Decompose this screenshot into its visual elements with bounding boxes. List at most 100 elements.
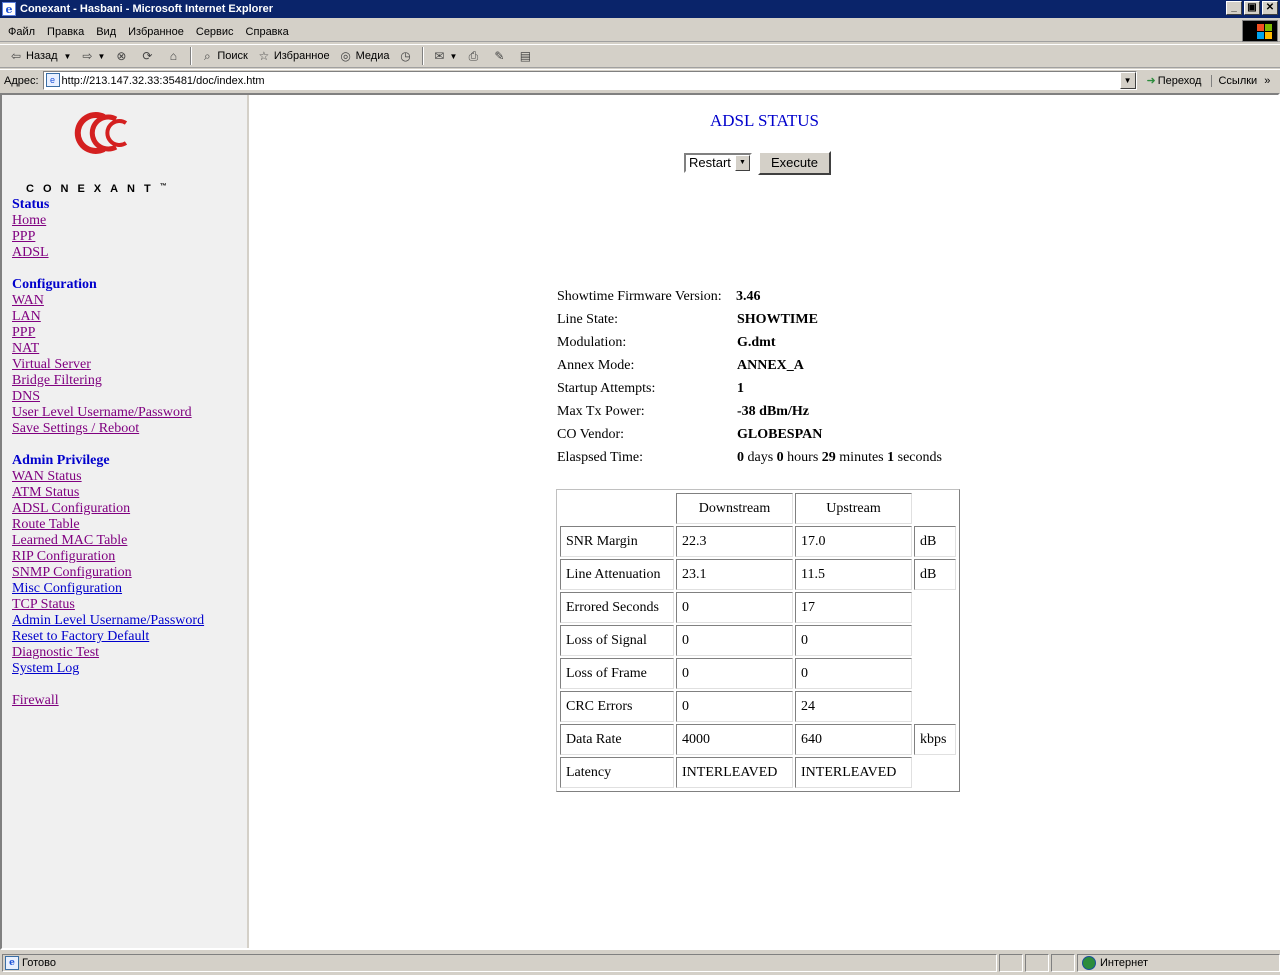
nav-link-system-log[interactable]: System Log [12,661,204,677]
info-label: Max Tx Power: [557,403,645,419]
back-dropdown-icon[interactable]: ▼ [64,52,72,61]
nav-link-lan[interactable]: LAN [12,309,204,325]
nav-link-nat[interactable]: NAT [12,341,204,357]
nav-link-ppp-status[interactable]: PPP [12,229,204,245]
ie-icon: e [2,2,16,16]
go-button[interactable]: ➜ Переход [1143,74,1206,88]
window-title: Conexant - Hasbani - Microsoft Internet … [20,3,274,15]
action-controls: Restart ▼ Execute [684,151,831,175]
row-label: Latency [560,757,674,788]
main-frame: ADSL STATUS Restart ▼ Execute Showtime F… [251,95,1278,948]
media-button[interactable]: ◎ Медиа [334,45,394,67]
zone-label: Интернет [1100,957,1148,969]
nav-link-adsl-configuration[interactable]: ADSL Configuration [12,501,204,517]
refresh-button[interactable]: ⟳ [135,45,161,67]
menu-edit[interactable]: Правка [41,26,90,38]
menu-file[interactable]: Файл [2,26,41,38]
chevron-right-icon: » [1264,74,1271,87]
row-label: Loss of Signal [560,625,674,656]
edit-icon: ✎ [494,49,505,63]
forward-dropdown-icon[interactable]: ▼ [97,52,105,61]
nav-link-learned-mac-table[interactable]: Learned MAC Table [12,533,204,549]
nav-link-adsl-status[interactable]: ADSL [12,245,204,261]
windows-logo [1242,20,1278,42]
minimize-button[interactable]: _ [1226,1,1242,15]
nav-link-firewall[interactable]: Firewall [12,693,204,709]
nav-link-user-password[interactable]: User Level Username/Password [12,405,204,421]
status-text: Готово [22,957,56,969]
address-dropdown-icon[interactable]: ▼ [1119,72,1136,89]
table-row: Latency INTERLEAVED INTERLEAVED [560,757,956,788]
mail-dropdown-icon[interactable]: ▼ [449,52,457,61]
back-button[interactable]: ⇦ Назад ▼ [4,45,75,67]
nav-link-dns[interactable]: DNS [12,389,204,405]
menu-view[interactable]: Вид [90,26,122,38]
search-button[interactable]: ⌕ Поиск [195,45,251,67]
nav-link-wan-status[interactable]: WAN Status [12,469,204,485]
conexant-logo: CONEXANT™ [26,111,206,195]
adsl-info: Showtime Firmware Version: 3.46 Line Sta… [557,285,942,469]
table-header-row: Downstream Upstream [560,493,956,524]
nav-link-home[interactable]: Home [12,213,204,229]
nav-link-route-table[interactable]: Route Table [12,517,204,533]
stop-button[interactable]: ⊗ [109,45,135,67]
page-done-icon: e [5,956,19,970]
back-arrow-icon: ⇦ [10,49,22,63]
action-select[interactable]: Restart ▼ [684,153,752,173]
home-button[interactable]: ⌂ [161,45,187,67]
links-button[interactable]: Ссылки » [1211,74,1271,87]
upstream-value: 24 [795,691,912,722]
nav-link-ppp[interactable]: PPP [12,325,204,341]
execute-button[interactable]: Execute [758,151,831,175]
go-label: Переход [1157,74,1202,87]
history-button[interactable]: ◷ [393,45,419,67]
menu-help[interactable]: Справка [240,26,295,38]
edit-button[interactable]: ✎ [487,45,513,67]
mail-button[interactable]: ✉ ▼ [427,45,461,67]
downstream-value: 0 [676,625,793,656]
unit-label: dB [914,559,956,590]
status-panel [1051,954,1075,972]
nav-link-virtual-server[interactable]: Virtual Server [12,357,204,373]
maximize-button[interactable]: ▣ [1244,1,1260,15]
address-bar: Адрес: e http://213.147.32.33:35481/doc/… [0,69,1280,91]
browser-content: CONEXANT™ Status Home PPP ADSL Configura… [0,93,1280,950]
info-value: G.dmt [737,334,776,350]
security-zone-panel: Интернет [1077,954,1280,972]
print-icon: ⎙ [468,49,479,63]
row-label: Loss of Frame [560,658,674,689]
close-button[interactable]: ✕ [1262,1,1278,15]
nav-link-wan[interactable]: WAN [12,293,204,309]
menu-tools[interactable]: Сервис [190,26,240,38]
info-label: Line State: [557,311,619,327]
nav-link-snmp-configuration[interactable]: SNMP Configuration [12,565,204,581]
print-button[interactable]: ⎙ [461,45,487,67]
nav-link-misc-configuration[interactable]: Misc Configuration [12,581,204,597]
menu-favorites[interactable]: Избранное [122,26,190,38]
history-icon: ◷ [400,49,411,63]
discuss-button[interactable]: ▤ [513,45,539,67]
standard-toolbar: ⇦ Назад ▼ ⇨ ▼ ⊗ ⟳ ⌂ ⌕ Поиск ☆ Избранное … [0,44,1280,68]
menu-bar: Файл Правка Вид Избранное Сервис Справка [0,22,1280,42]
info-row: Annex Mode: ANNEX_A [557,354,942,377]
nav-link-save-reboot[interactable]: Save Settings / Reboot [12,421,204,437]
nav-link-diagnostic-test[interactable]: Diagnostic Test [12,645,204,661]
address-input[interactable]: e http://213.147.32.33:35481/doc/index.h… [42,71,1137,90]
nav-link-tcp-status[interactable]: TCP Status [12,597,204,613]
discuss-icon: ▤ [519,49,532,63]
info-row: Modulation: G.dmt [557,331,942,354]
nav-link-bridge-filtering[interactable]: Bridge Filtering [12,373,204,389]
nav-link-rip-configuration[interactable]: RIP Configuration [12,549,204,565]
chevron-down-icon[interactable]: ▼ [735,155,750,171]
forward-button[interactable]: ⇨ ▼ [75,45,109,67]
elapsed-time-value: 0 days 0 hours 29 minutes 1 seconds [737,449,942,465]
favorites-button[interactable]: ☆ Избранное [252,45,334,67]
info-label: Modulation: [557,334,627,350]
nav-link-atm-status[interactable]: ATM Status [12,485,204,501]
nav-section-status: Status [12,197,50,212]
status-panel [1025,954,1049,972]
info-value: 1 [737,380,744,396]
action-select-value: Restart [689,155,731,170]
nav-link-factory-reset[interactable]: Reset to Factory Default [12,629,204,645]
nav-link-admin-password[interactable]: Admin Level Username/Password [12,613,204,629]
